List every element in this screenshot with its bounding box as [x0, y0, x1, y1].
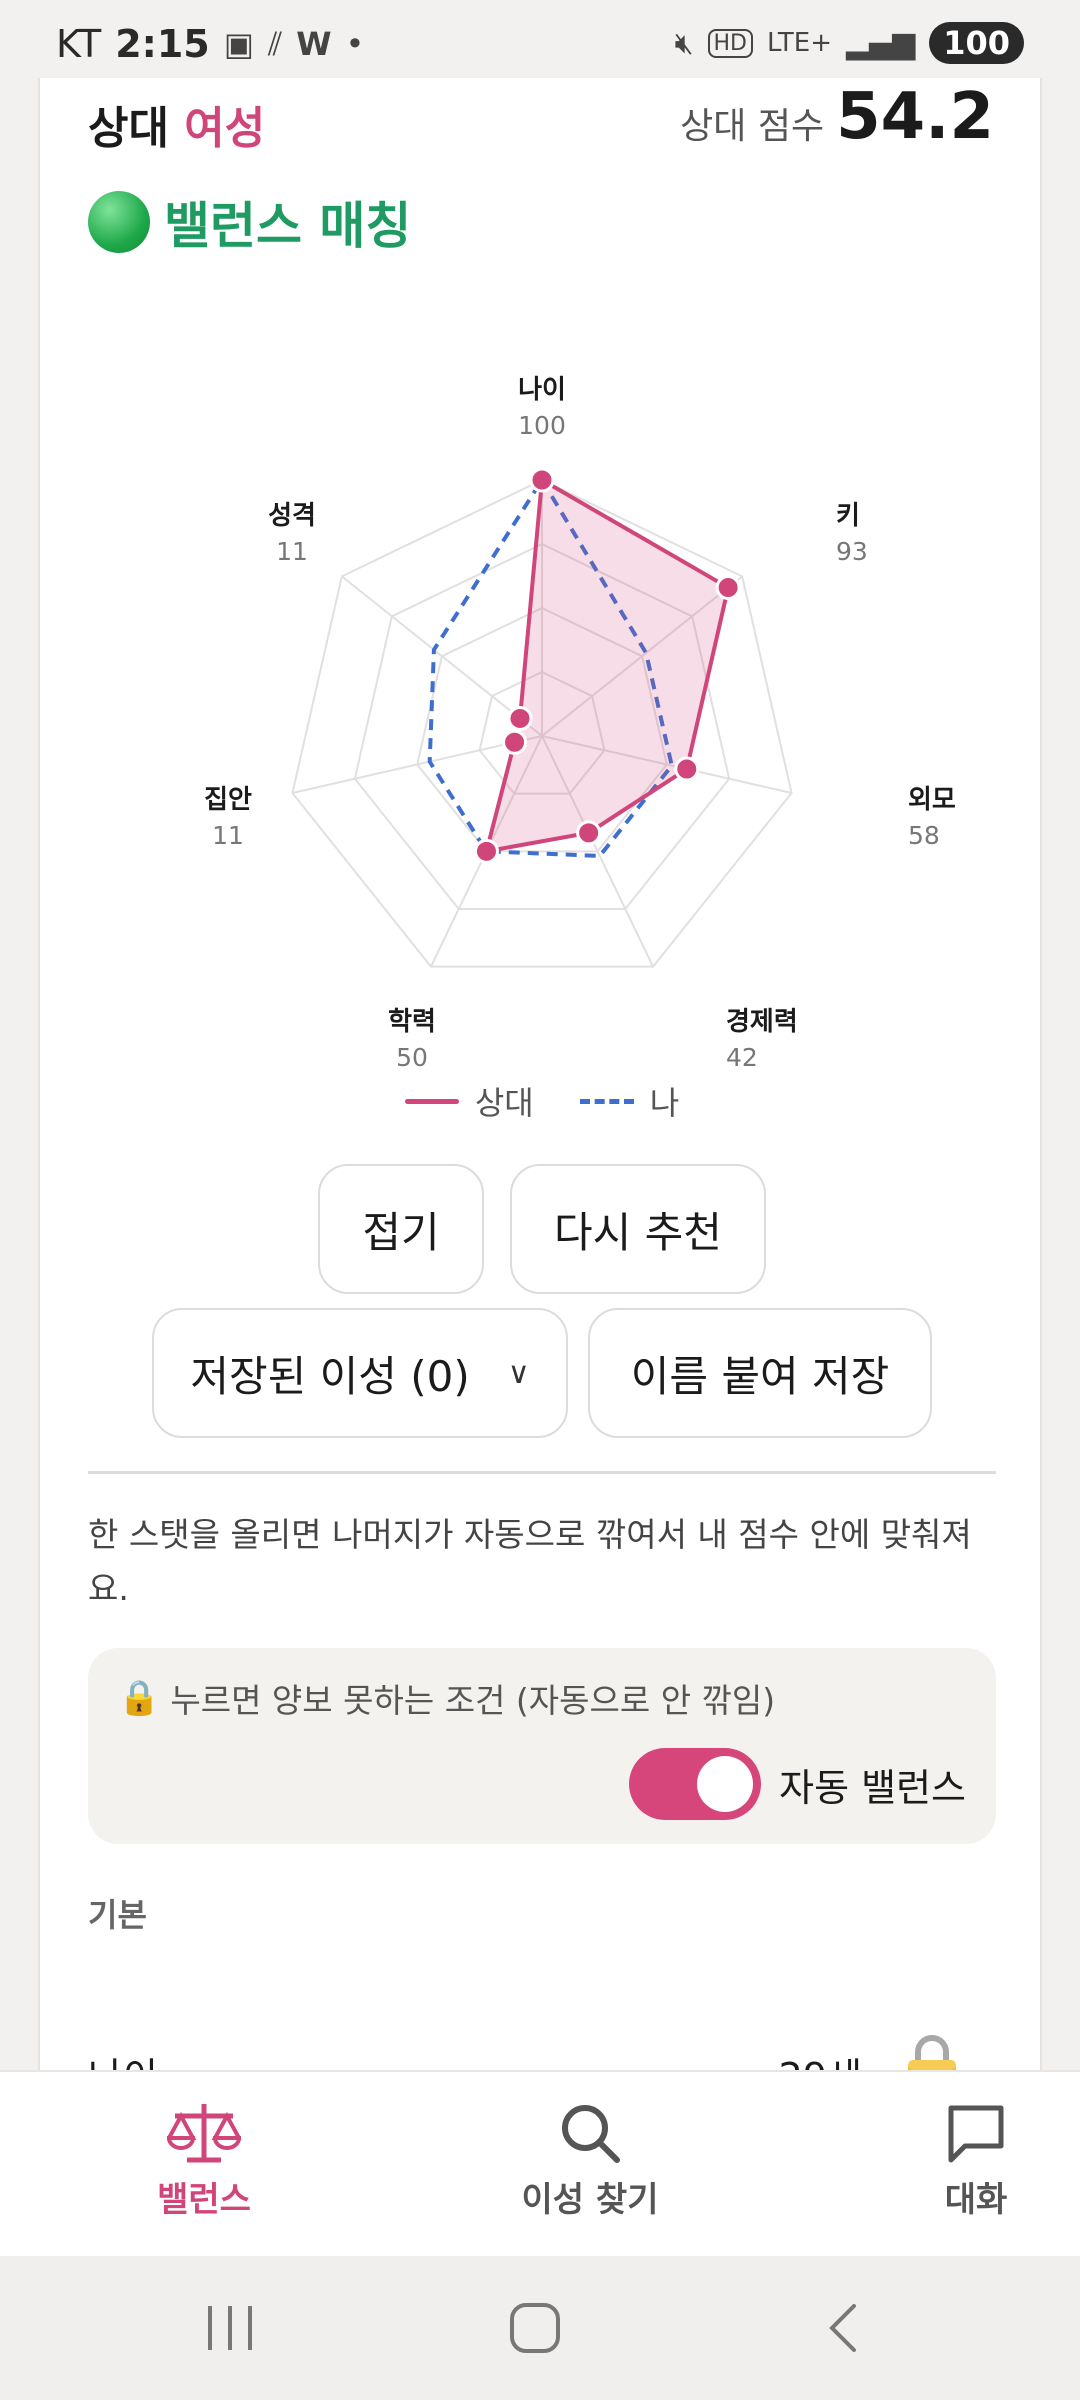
toggle-knob	[697, 1756, 754, 1812]
battery-indicator: 100	[929, 22, 1024, 64]
name-save-button[interactable]: 이름 붙여 저장	[588, 1308, 932, 1438]
chevron-down-icon: ∨	[507, 1355, 530, 1391]
axis-label-4: 학력	[388, 1007, 436, 1037]
axis-value-3: 42	[726, 1043, 758, 1072]
axis-value-2: 58	[908, 821, 940, 850]
axis-value-0: 100	[518, 411, 566, 440]
axis-label-0: 나이	[518, 375, 566, 405]
balance-card: 상대 여성 상대 점수 54.2 밸런스 매칭 나이 100 키 93 외모 58 경제력 4…	[38, 78, 1044, 2099]
nav-search[interactable]: 이성 찾기	[490, 2102, 690, 2221]
axis-label-2: 외모	[908, 785, 956, 815]
axis-value-6: 11	[276, 537, 308, 566]
series-partner-point	[674, 756, 700, 782]
axis-label-3: 경제력	[726, 1007, 798, 1037]
series-partner-point	[502, 729, 528, 755]
axis-label-6: 성격	[268, 501, 316, 531]
recent-apps-icon[interactable]	[200, 2300, 260, 2356]
series-partner-point	[507, 705, 533, 731]
network-type: LTE+	[766, 28, 832, 58]
notification-dot-icon: •	[345, 25, 365, 63]
score-value: 54.2	[836, 80, 994, 154]
fold-button[interactable]: 접기	[318, 1164, 484, 1294]
radar-chart: 나이 100 키 93 외모 58 경제력 42 학력 50 집안 11 성격 11	[204, 375, 956, 1072]
bottom-nav: 밸런스 이성 찾기 대화	[0, 2070, 1080, 2256]
green-circle-icon	[88, 191, 150, 253]
partner-gender: 여성	[184, 103, 266, 154]
nav-chat[interactable]: 대화	[876, 2102, 1076, 2221]
hd-icon: HD	[707, 28, 753, 58]
partner-gender-label: 상대 여성	[88, 103, 266, 154]
saved-partners-dropdown[interactable]: 저장된 이성 (0) ∨	[152, 1308, 568, 1438]
match-title-text: 밸런스 매칭	[164, 197, 412, 255]
chat-bubble-icon	[948, 2105, 1004, 2163]
series-partner-point	[715, 575, 741, 601]
axis-value-1: 93	[836, 537, 868, 566]
scale-icon	[167, 2104, 241, 2163]
match-title: 밸런스 매칭	[88, 186, 411, 258]
retry-recommend-button[interactable]: 다시 추천	[510, 1164, 766, 1294]
screenshot-icon: ▣	[223, 25, 254, 63]
signal-icon: ▂▄▆	[845, 25, 916, 61]
w-app-icon: W	[296, 25, 332, 63]
legend-me: 나	[579, 1078, 679, 1124]
wifi-calling-icon: ⫽	[267, 24, 283, 63]
home-icon[interactable]	[506, 2300, 566, 2356]
auto-balance-toggle[interactable]	[629, 1748, 762, 1820]
section-basic-heading: 기본	[88, 1896, 147, 1934]
series-partner-point	[529, 467, 555, 493]
dashed-line-swatch	[579, 1098, 634, 1104]
solid-line-swatch	[404, 1098, 459, 1104]
auto-balance-label: 자동 밸런스	[779, 1765, 966, 1810]
series-partner-area	[483, 476, 731, 854]
search-icon	[562, 2105, 620, 2163]
balance-hint: 한 스탯을 올리면 나머지가 자동으로 깎여서 내 점수 안에 맞춰져요.	[88, 1515, 972, 1608]
lock-description: 누르면 양보 못하는 조건 (자동으로 안 깎임)	[170, 1681, 776, 1720]
clock: 2:15	[115, 22, 210, 66]
system-nav-bar	[0, 2256, 1080, 2400]
lock-icon: 🔒	[118, 1678, 161, 1718]
series-partner-point	[473, 838, 499, 864]
auto-balance-row: 자동 밸런스	[629, 1748, 966, 1820]
nav-balance[interactable]: 밸런스	[104, 2102, 304, 2221]
mute-icon: 🔇︎	[674, 25, 694, 61]
carrier: KT	[56, 22, 102, 66]
legend-partner: 상대	[404, 1078, 534, 1124]
chart-legend: 상대 나	[40, 1078, 1044, 1124]
divider	[88, 1471, 996, 1474]
axis-label-5: 집안	[204, 785, 252, 815]
series-partner-point	[576, 820, 602, 846]
score-label: 상대 점수	[680, 106, 825, 147]
card-header: 상대 여성 상대 점수 54.2	[88, 80, 994, 166]
partner-score: 상대 점수 54.2	[680, 80, 994, 154]
lock-panel: 🔒 누르면 양보 못하는 조건 (자동으로 안 깎임) 자동 밸런스	[88, 1648, 996, 1844]
back-icon[interactable]	[816, 2300, 876, 2356]
axis-value-5: 11	[212, 821, 244, 850]
axis-value-4: 50	[396, 1043, 428, 1072]
axis-label-1: 키	[836, 501, 860, 531]
